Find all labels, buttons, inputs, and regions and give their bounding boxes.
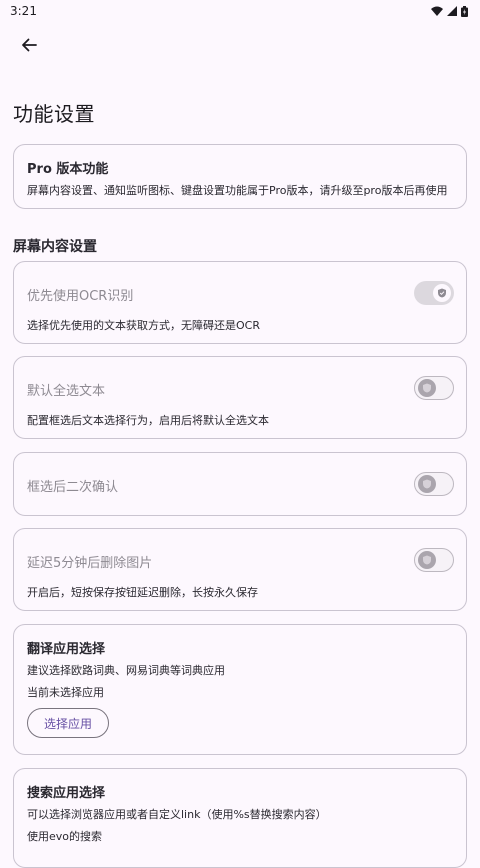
pro-card: Pro 版本功能 屏幕内容设置、通知监听图标、键盘设置功能属于Pro版本，请升级…	[13, 144, 467, 209]
toggle-knob	[418, 379, 436, 397]
wifi-icon	[431, 6, 443, 16]
page-title: 功能设置	[13, 102, 95, 126]
translate-card-desc: 建议选择欧路词典、网易词典等词典应用	[27, 664, 225, 677]
search-card-desc: 可以选择浏览器应用或者自定义link（使用%s替换搜索内容）	[27, 808, 327, 821]
back-button[interactable]	[14, 30, 44, 60]
signal-icon	[447, 6, 457, 16]
status-bar: 3:21	[0, 0, 480, 22]
setting-label: 框选后二次确认	[27, 480, 119, 495]
setting-label: 优先使用OCR识别	[27, 289, 134, 304]
setting-label: 延迟5分钟后删除图片	[27, 556, 153, 571]
arrow-back-icon	[22, 38, 37, 52]
shield-icon	[423, 383, 431, 393]
confirm-toggle[interactable]	[414, 472, 454, 496]
shield-icon	[423, 555, 431, 565]
search-card-title: 搜索应用选择	[27, 786, 106, 801]
toggle-knob	[418, 551, 436, 569]
select-app-button[interactable]: 选择应用	[27, 708, 109, 738]
setting-label: 默认全选文本	[27, 384, 106, 399]
setting-desc: 配置框选后文本选择行为，启用后将默认全选文本	[27, 414, 269, 427]
ocr-toggle[interactable]	[414, 281, 454, 305]
setting-card-confirm[interactable]: 框选后二次确认	[13, 452, 467, 516]
shield-check-icon	[438, 288, 446, 298]
search-app-card: 搜索应用选择 可以选择浏览器应用或者自定义link（使用%s替换搜索内容） 使用…	[13, 768, 467, 868]
pro-card-text: 屏幕内容设置、通知监听图标、键盘设置功能属于Pro版本，请升级至pro版本后再使…	[27, 184, 448, 197]
pro-card-title: Pro 版本功能	[27, 162, 109, 177]
translate-current-app: 当前未选择应用	[27, 686, 104, 699]
battery-icon	[461, 5, 468, 17]
translate-card-title: 翻译应用选择	[27, 642, 106, 657]
toggle-knob	[433, 284, 451, 302]
delay-delete-toggle[interactable]	[414, 548, 454, 572]
setting-desc: 开启后，短按保存按钮延迟删除，长按永久保存	[27, 586, 258, 599]
translate-app-card: 翻译应用选择 建议选择欧路词典、网易词典等词典应用 当前未选择应用 选择应用	[13, 624, 467, 755]
setting-desc: 选择优先使用的文本获取方式，无障碍还是OCR	[27, 319, 260, 332]
setting-card-ocr[interactable]: 优先使用OCR识别 选择优先使用的文本获取方式，无障碍还是OCR	[13, 261, 467, 344]
toggle-knob	[418, 475, 436, 493]
shield-icon	[423, 479, 431, 489]
setting-card-delay-delete[interactable]: 延迟5分钟后删除图片 开启后，短按保存按钮延迟删除，长按永久保存	[13, 528, 467, 611]
section-title: 屏幕内容设置	[13, 239, 97, 255]
select-all-toggle[interactable]	[414, 376, 454, 400]
search-current-app: 使用evo的搜索	[27, 830, 103, 843]
setting-card-select-all[interactable]: 默认全选文本 配置框选后文本选择行为，启用后将默认全选文本	[13, 356, 467, 439]
status-time: 3:21	[10, 4, 37, 18]
status-icons	[431, 5, 468, 17]
